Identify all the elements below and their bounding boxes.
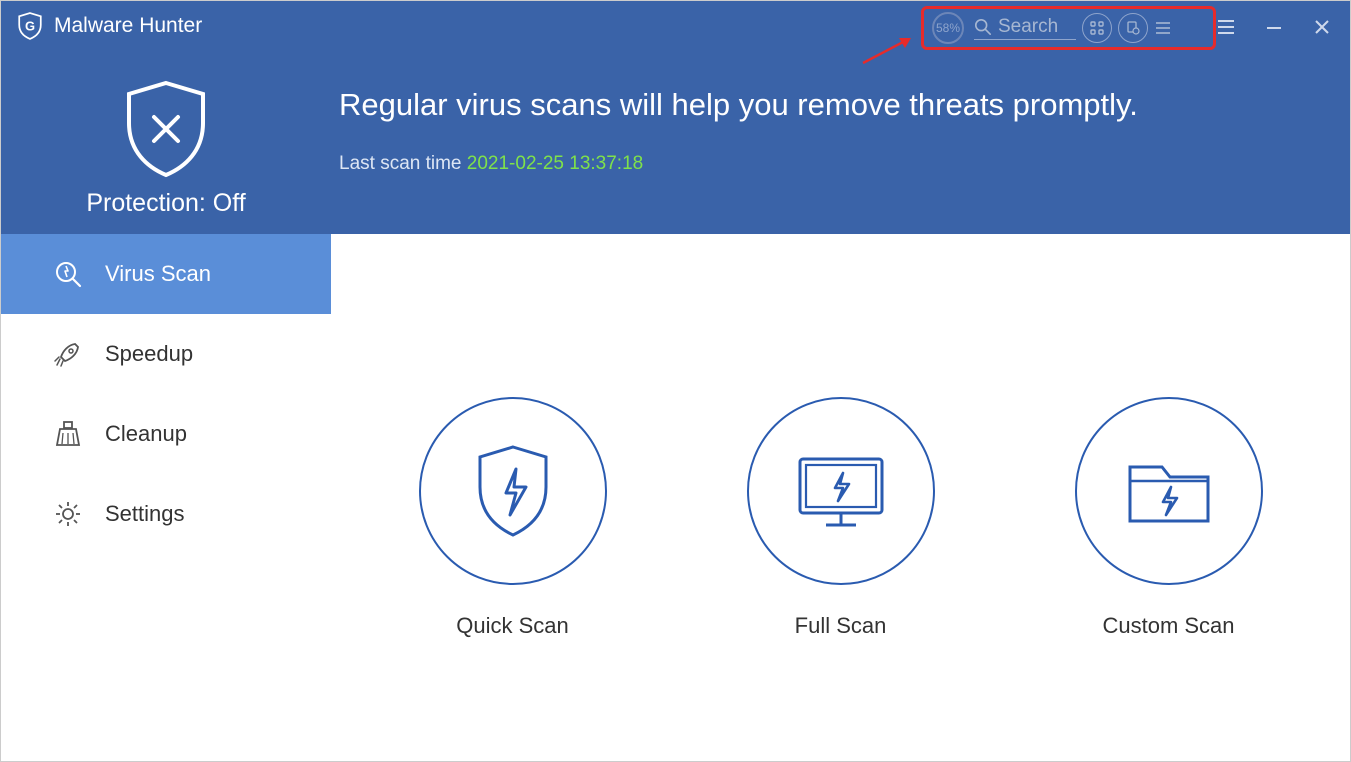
last-scan-time: 2021-02-25 13:37:18 xyxy=(467,153,643,174)
sidebar-item-label: Settings xyxy=(105,501,185,527)
protection-shield-icon xyxy=(121,79,211,179)
custom-scan-icon xyxy=(1075,397,1263,585)
progress-percent-value: 58% xyxy=(936,21,960,35)
sidebar-item-cleanup[interactable]: Cleanup xyxy=(1,394,331,474)
sidebar-item-label: Virus Scan xyxy=(105,261,211,287)
search-icon xyxy=(974,18,992,36)
mini-menu-icon[interactable] xyxy=(1154,19,1172,37)
search-field[interactable] xyxy=(974,16,1076,40)
app-title-text: Malware Hunter xyxy=(54,14,202,38)
sidebar-item-settings[interactable]: Settings xyxy=(1,474,331,554)
full-scan-icon xyxy=(747,397,935,585)
protection-status: Protection: Off xyxy=(86,189,245,218)
sidebar-item-label: Cleanup xyxy=(105,421,187,447)
svg-text:G: G xyxy=(25,18,35,33)
app-title: G Malware Hunter xyxy=(16,12,202,40)
custom-scan-label: Custom Scan xyxy=(1102,613,1234,639)
custom-scan-card[interactable]: Custom Scan xyxy=(1075,397,1263,639)
quick-scan-card[interactable]: Quick Scan xyxy=(419,397,607,639)
progress-percent[interactable]: 58% xyxy=(932,12,964,44)
rocket-icon xyxy=(51,337,85,371)
minimize-button[interactable] xyxy=(1259,12,1289,42)
sidebar-item-label: Speedup xyxy=(105,341,193,367)
search-input[interactable] xyxy=(998,16,1076,38)
main-menu-icon[interactable] xyxy=(1211,12,1241,42)
sidebar: Virus Scan Speedup Cleanup Settings xyxy=(1,234,331,761)
sidebar-item-speedup[interactable]: Speedup xyxy=(1,314,331,394)
document-lock-icon[interactable] xyxy=(1118,13,1148,43)
apps-grid-icon[interactable] xyxy=(1082,13,1112,43)
main: Quick Scan Full Scan Custom Scan xyxy=(331,234,1350,761)
sidebar-item-virus-scan[interactable]: Virus Scan xyxy=(1,234,331,314)
last-scan-row: Last scan time 2021-02-25 13:37:18 xyxy=(339,153,1350,175)
broom-icon xyxy=(51,417,85,451)
main-heading: Regular virus scans will help you remove… xyxy=(339,87,1350,123)
gear-icon xyxy=(51,497,85,531)
window-controls xyxy=(1211,12,1337,42)
app-logo-icon: G xyxy=(16,12,44,40)
quick-scan-label: Quick Scan xyxy=(456,613,569,639)
last-scan-prefix: Last scan time xyxy=(339,153,467,174)
highlighted-toolbar: 58% xyxy=(921,6,1216,50)
full-scan-label: Full Scan xyxy=(795,613,887,639)
close-button[interactable] xyxy=(1307,12,1337,42)
virus-scan-icon xyxy=(51,257,85,291)
body: Virus Scan Speedup Cleanup Settings Q xyxy=(1,234,1350,761)
full-scan-card[interactable]: Full Scan xyxy=(747,397,935,639)
quick-scan-icon xyxy=(419,397,607,585)
annotation-arrow-icon xyxy=(861,35,911,65)
header: G Malware Hunter Protection: Off Regular… xyxy=(1,1,1350,234)
